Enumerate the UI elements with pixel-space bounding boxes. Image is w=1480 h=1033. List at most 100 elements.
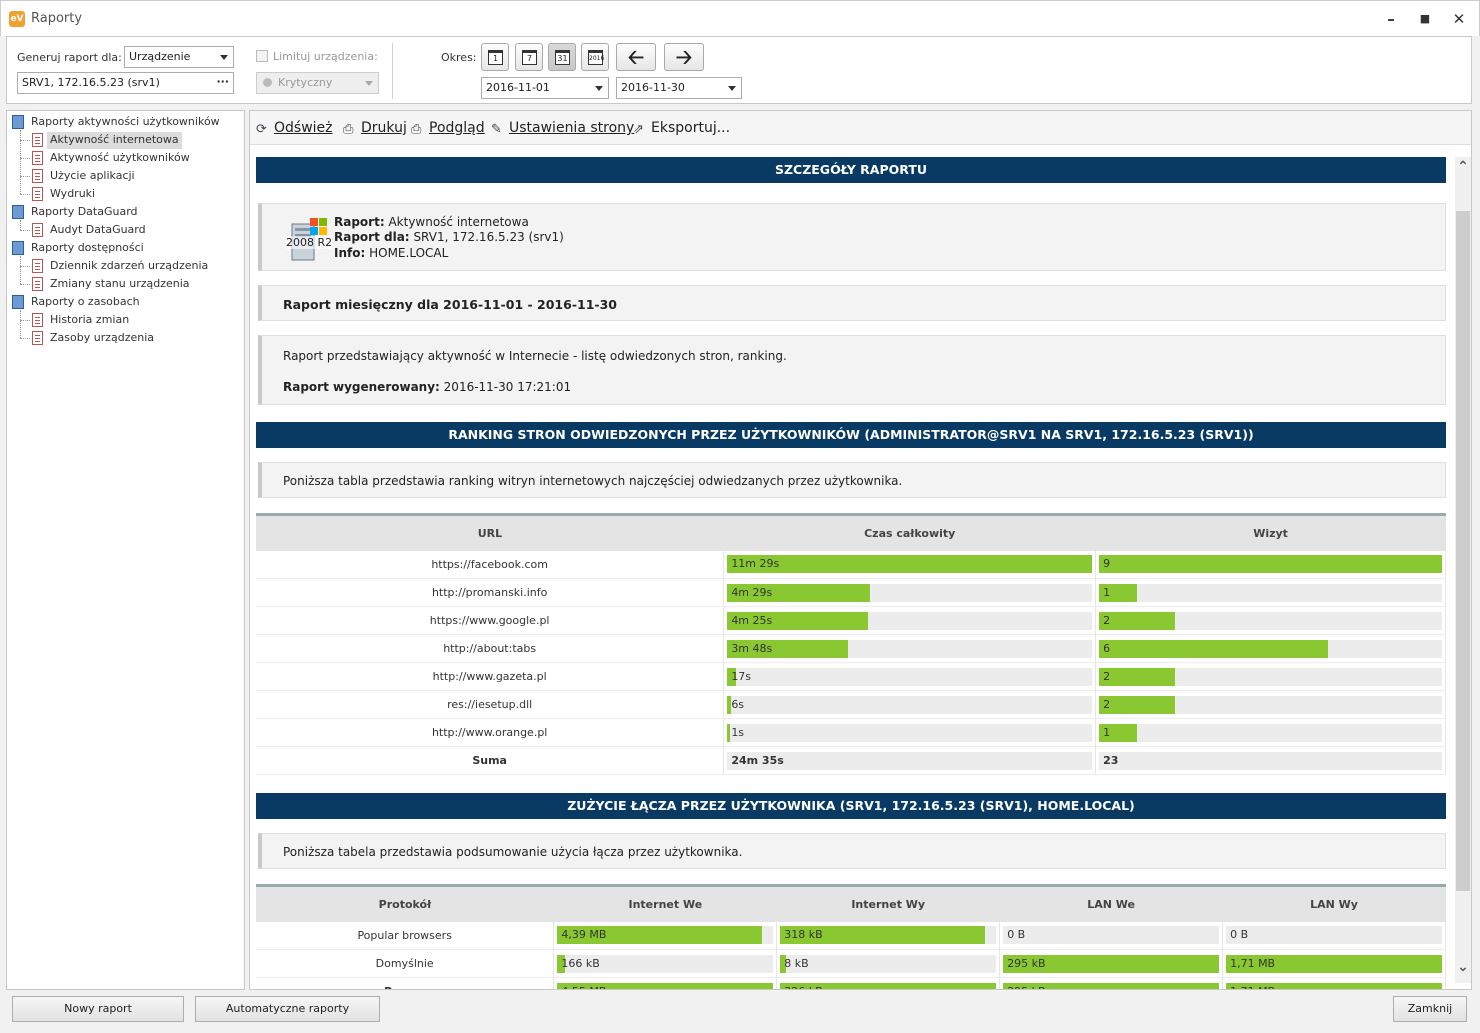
report-group-icon bbox=[12, 295, 24, 309]
period-week-button[interactable]: 7 bbox=[515, 43, 543, 71]
url-cell: https://www.google.pl bbox=[256, 606, 725, 635]
refresh-button[interactable]: ⟳ Odśwież bbox=[256, 120, 333, 136]
time-bar-fill bbox=[727, 555, 1093, 574]
tree-item[interactable]: Użycie aplikacji bbox=[47, 168, 138, 185]
table-row: https://www.google.pl 4m 25s 2 bbox=[256, 606, 1446, 635]
usage-desc-box: Poniższa tabela przedstawia podsumowanie… bbox=[258, 833, 1446, 869]
generate-for-label: Generuj raport dla: bbox=[17, 51, 122, 64]
tree-group-3[interactable]: Raporty o zasobach bbox=[28, 294, 143, 311]
time-value: 11m 29s bbox=[731, 557, 780, 571]
time-bar: 4m 29s bbox=[727, 583, 1093, 602]
limit-devices-checkbox[interactable] bbox=[256, 50, 268, 62]
tree-item[interactable]: Wydruki bbox=[47, 186, 98, 203]
tree-item[interactable]: Zmiany stanu urządzenia bbox=[47, 276, 193, 293]
tree-connector bbox=[20, 256, 21, 284]
limit-devices-label: Limituj urządzenia: bbox=[273, 50, 378, 63]
url-cell: res://iesetup.dll bbox=[256, 690, 725, 719]
visits-bar-fill bbox=[1099, 695, 1176, 714]
tree-group-1[interactable]: Raporty DataGuard bbox=[28, 204, 141, 221]
tree-item[interactable]: Historia zmian bbox=[47, 312, 132, 329]
auto-reports-button[interactable]: Automatyczne raporty bbox=[195, 996, 380, 1022]
refresh-label: Odśwież bbox=[274, 120, 333, 136]
tree-item[interactable]: Dziennik zdarzeń urządzenia bbox=[47, 258, 211, 275]
lan-out-cell: 1,71 MB bbox=[1222, 977, 1446, 989]
url-cell: http://www.gazeta.pl bbox=[256, 662, 725, 691]
date-to-picker[interactable]: 2016-11-30 bbox=[616, 77, 742, 99]
preview-button[interactable]: ⎙ Podgląd bbox=[411, 120, 485, 136]
time-cell: 17s bbox=[723, 662, 1097, 691]
tree-group-0[interactable]: Raporty aktywności użytkowników bbox=[28, 114, 223, 131]
time-cell: 1s bbox=[723, 718, 1097, 747]
visits-cell: 9 bbox=[1095, 550, 1446, 579]
print-button[interactable]: ⎙ Drukuj bbox=[343, 120, 407, 136]
lan-in-bar: 295 kB bbox=[1003, 954, 1220, 973]
visits-value: 1 bbox=[1103, 585, 1111, 599]
report-page-icon bbox=[32, 187, 43, 201]
col-lan-out: LAN Wy bbox=[1222, 884, 1446, 922]
arrow-left-icon: 🡠 bbox=[627, 45, 645, 69]
calendar-year-icon: 2016 bbox=[588, 50, 604, 65]
scrollbar-thumb[interactable] bbox=[1456, 211, 1470, 891]
time-value: 4m 29s bbox=[731, 585, 773, 599]
previous-period-button[interactable]: 🡠 bbox=[616, 43, 656, 71]
arrow-right-icon: 🡢 bbox=[675, 45, 693, 69]
date-from-picker[interactable]: 2016-11-01 bbox=[481, 77, 609, 99]
period-day-button[interactable]: 1 bbox=[481, 43, 509, 71]
preview-label: Podgląd bbox=[429, 120, 485, 136]
time-bar: 11m 29s bbox=[727, 555, 1093, 574]
sum-time-bar: 24m 35s bbox=[727, 751, 1093, 770]
chevron-down-icon bbox=[220, 55, 228, 60]
url-cell: http://www.orange.pl bbox=[256, 718, 725, 747]
time-value: 4m 25s bbox=[731, 613, 773, 627]
tree-connector bbox=[20, 284, 30, 285]
report-info-box: 2008 R2 Raport: Aktywność internetowa Ra… bbox=[258, 203, 1446, 271]
visits-cell: 1 bbox=[1095, 718, 1446, 747]
limit-level-dropdown[interactable]: Krytyczny bbox=[256, 72, 379, 94]
bottom-bar: Nowy raport Automatyczne raporty Zamknij bbox=[0, 990, 1480, 1033]
report-info-value: HOME.LOCAL bbox=[369, 246, 449, 260]
visits-bar-fill bbox=[1099, 611, 1176, 630]
period-year-button[interactable]: 2016 bbox=[581, 43, 609, 71]
tree-item[interactable]: Aktywność internetowa bbox=[47, 132, 182, 149]
title-bar: eV Raporty – ■ ✕ bbox=[0, 0, 1480, 36]
page-setup-label: Ustawienia strony bbox=[509, 120, 635, 136]
close-window-button[interactable]: ✕ bbox=[1445, 7, 1473, 31]
col-total-time: Czas całkowity bbox=[723, 513, 1096, 551]
tree-item[interactable]: Zasoby urządzenia bbox=[47, 330, 157, 347]
visits-bar-fill bbox=[1099, 667, 1176, 686]
internet-in-cell: 4,55 MB bbox=[553, 977, 778, 989]
minimize-button[interactable]: – bbox=[1377, 7, 1405, 31]
time-bar: 3m 48s bbox=[727, 639, 1093, 658]
scroll-up-icon[interactable]: ⌃ bbox=[1455, 159, 1471, 175]
usage-description: Poniższa tabela przedstawia podsumowanie… bbox=[283, 845, 743, 859]
browse-device-button[interactable]: ··· bbox=[216, 75, 229, 88]
visits-cell: 6 bbox=[1095, 634, 1446, 663]
scroll-down-icon[interactable]: ⌄ bbox=[1455, 959, 1471, 975]
lan-out-cell: 0 B bbox=[1222, 921, 1446, 950]
time-cell: 11m 29s bbox=[723, 550, 1097, 579]
lan-out-cell: 1,71 MB bbox=[1222, 949, 1446, 978]
device-field[interactable]: SRV1, 172.16.5.23 (srv1) ··· bbox=[17, 72, 234, 94]
sum-row: Suma 24m 35s 23 bbox=[256, 746, 1446, 775]
next-period-button[interactable]: 🡢 bbox=[664, 43, 704, 71]
table-row: http://about:tabs 3m 48s 6 bbox=[256, 634, 1446, 663]
report-page-icon bbox=[32, 313, 43, 327]
close-button[interactable]: Zamknij bbox=[1393, 996, 1467, 1022]
internet-in-cell: 166 kB bbox=[553, 949, 778, 978]
new-report-button[interactable]: Nowy raport bbox=[12, 996, 184, 1022]
target-type-dropdown[interactable]: Urządzenie bbox=[124, 46, 234, 68]
time-value: 1s bbox=[731, 725, 745, 739]
export-button[interactable]: ⇗ Eksportuj... bbox=[633, 120, 730, 136]
window-title: Raporty bbox=[31, 11, 83, 26]
print-label: Drukuj bbox=[361, 120, 407, 136]
tree-item[interactable]: Aktywność użytkowników bbox=[47, 150, 193, 167]
maximize-button[interactable]: ■ bbox=[1411, 7, 1439, 31]
lan-in-bar: 295 kB bbox=[1003, 982, 1220, 989]
tree-item[interactable]: Audyt DataGuard bbox=[47, 222, 149, 239]
status-dot-icon bbox=[263, 78, 272, 87]
lan-out-value: 0 B bbox=[1230, 928, 1249, 942]
visits-bar: 1 bbox=[1099, 583, 1442, 602]
page-setup-button[interactable]: ✎ Ustawienia strony bbox=[491, 120, 634, 136]
period-month-button[interactable]: 31 bbox=[548, 43, 576, 71]
tree-group-2[interactable]: Raporty dostępności bbox=[28, 240, 147, 257]
